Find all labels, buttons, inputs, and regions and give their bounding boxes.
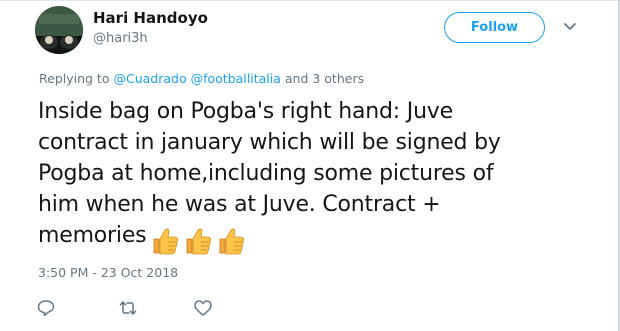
others-link[interactable]: and 3 others — [285, 71, 364, 86]
avatar[interactable] — [35, 6, 83, 54]
mention-link[interactable]: @Cuadrado — [113, 71, 186, 86]
user-handle[interactable]: @hari3h — [93, 31, 148, 46]
tweet-text-line: him when he was at Juve. Contract + — [38, 192, 441, 217]
emoji-group — [150, 226, 249, 257]
mention-link[interactable]: @footballitalia — [191, 71, 281, 86]
tweet-text-line: Pogba at home,including some pictures of — [38, 161, 494, 186]
chevron-down-icon[interactable] — [563, 22, 577, 32]
display-name[interactable]: Hari Handoyo — [93, 9, 208, 27]
reply-icon[interactable] — [36, 298, 56, 318]
like-icon[interactable] — [193, 298, 213, 318]
tweet-text-line: Inside bag on Pogba's right hand: Juve — [38, 99, 453, 124]
tweet-text-line: memories — [38, 223, 147, 248]
tweet-card: Hari Handoyo @hari3h Follow Replying to … — [0, 0, 620, 331]
thumbs-up-icon — [154, 228, 179, 255]
retweet-icon[interactable] — [118, 298, 138, 318]
tweet-text-last-line: memories — [38, 220, 578, 257]
follow-button[interactable]: Follow — [444, 12, 545, 43]
tweet-timestamp[interactable]: 3:50 PM - 23 Oct 2018 — [38, 265, 178, 280]
top-divider — [0, 0, 620, 1]
thumbs-up-icon — [187, 228, 212, 255]
replying-to: Replying to @Cuadrado @footballitalia an… — [39, 71, 364, 86]
replying-to-label: Replying to — [39, 71, 110, 86]
thumbs-up-icon — [220, 228, 245, 255]
tweet-text-line: contract in january which will be signed… — [38, 130, 501, 155]
tweet-text: Inside bag on Pogba's right hand: Juve c… — [38, 96, 578, 257]
